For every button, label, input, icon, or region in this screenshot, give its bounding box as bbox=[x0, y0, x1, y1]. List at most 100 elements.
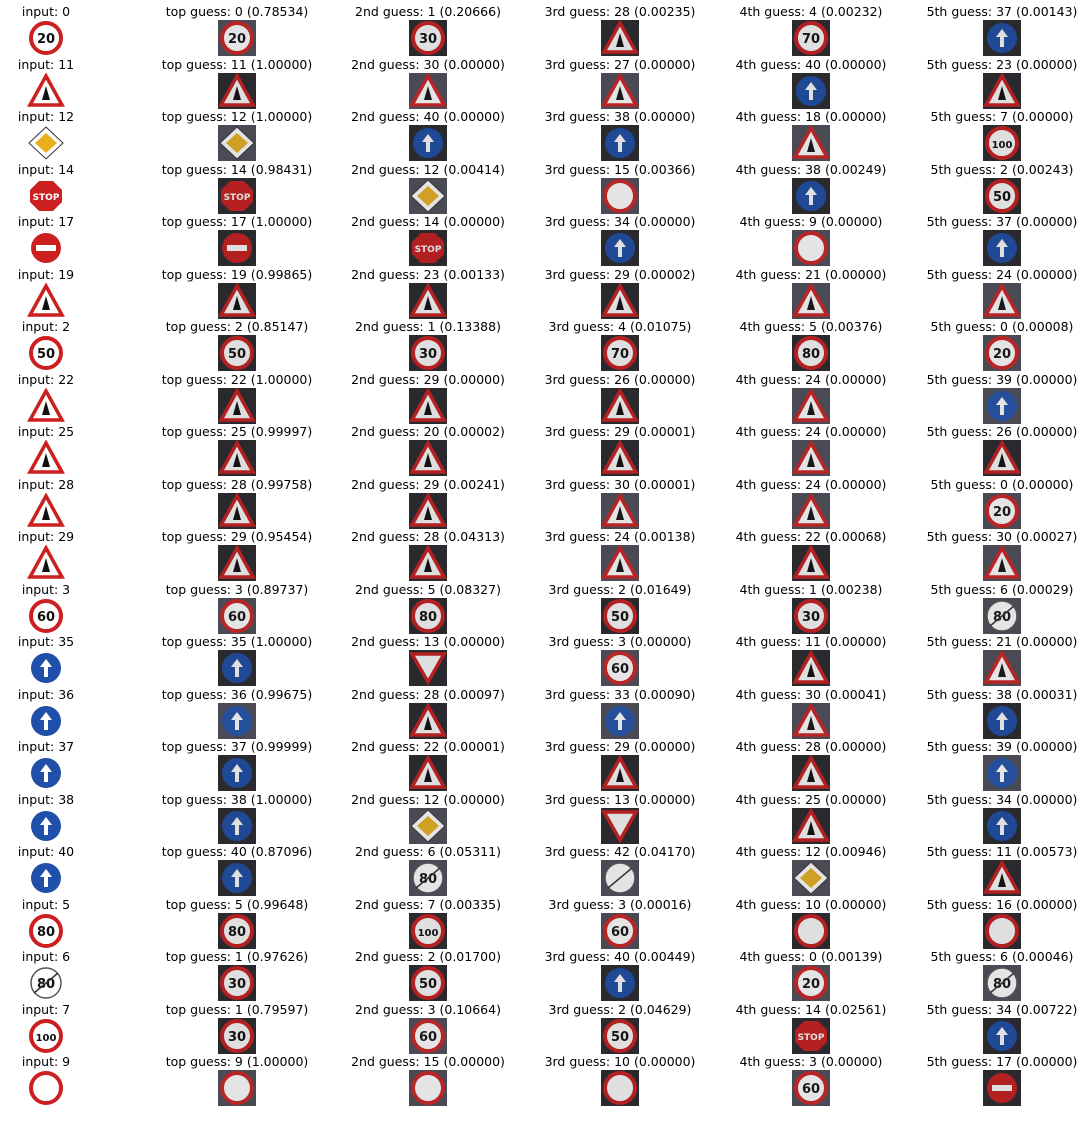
guess-sign-image bbox=[983, 72, 1021, 109]
guess-label: 2nd guess: 3 (0.10664) bbox=[355, 1001, 501, 1017]
guess-label: 3rd guess: 29 (0.00001) bbox=[544, 424, 696, 439]
input-sign-image bbox=[27, 230, 65, 266]
input-label: input: 11 bbox=[17, 56, 75, 72]
guess-sign-image bbox=[983, 1070, 1021, 1106]
guess-label: 5th guess: 34 (0.00722) bbox=[926, 1001, 1078, 1017]
guess-label: top guess: 38 (1.00000) bbox=[161, 791, 313, 807]
guess-sign-image bbox=[983, 860, 1021, 896]
input-label: input: 0 bbox=[21, 4, 71, 19]
guess-cell: 2nd guess: 12 (0.00000) bbox=[338, 788, 518, 844]
input-sign-image: 100 bbox=[27, 1017, 65, 1054]
input-label: input: 36 bbox=[17, 686, 75, 702]
guess-sign-image bbox=[983, 912, 1021, 949]
guess-sign-image: 60 bbox=[409, 1017, 447, 1054]
guess-cell: 5th guess: 21 (0.00000) bbox=[912, 630, 1081, 686]
svg-text:70: 70 bbox=[611, 347, 629, 362]
svg-text:100: 100 bbox=[36, 1033, 57, 1044]
guess-cell: 3rd guess: 15 (0.00366) bbox=[530, 158, 710, 214]
guess-sign-image bbox=[601, 755, 639, 791]
input-cell: input: 9 bbox=[0, 1050, 136, 1106]
guess-cell: top guess: 1 (0.79597) 30 bbox=[147, 998, 327, 1054]
guess-sign-image bbox=[792, 702, 830, 739]
guess-cell: 4th guess: 9 (0.00000) bbox=[721, 210, 901, 266]
guess-sign-image bbox=[983, 230, 1021, 266]
guess-sign-image bbox=[601, 440, 639, 476]
table-row: input: 6 80 top guess: 1 (0.97626) 30 2nd gu… bbox=[0, 945, 1081, 1001]
guess-sign-image: 60 bbox=[792, 1070, 830, 1106]
guess-sign-image bbox=[409, 387, 447, 424]
guess-sign-image: 50 bbox=[601, 1017, 639, 1054]
guess-label: 2nd guess: 13 (0.00000) bbox=[351, 634, 505, 649]
guess-cell: 5th guess: 39 (0.00000) bbox=[912, 735, 1081, 791]
guess-sign-image bbox=[409, 72, 447, 109]
guess-label: top guess: 17 (1.00000) bbox=[161, 214, 313, 229]
svg-text:30: 30 bbox=[419, 347, 437, 362]
guess-sign-image bbox=[218, 125, 256, 161]
guess-cell: 2nd guess: 28 (0.04313) bbox=[338, 525, 518, 581]
guess-cell: top guess: 38 (1.00000) bbox=[147, 788, 327, 844]
svg-text:70: 70 bbox=[802, 32, 820, 47]
guess-sign-image: STOP bbox=[218, 177, 256, 214]
svg-text:20: 20 bbox=[228, 32, 246, 47]
table-row: input: 17 top guess: 17 (1.00000) 2nd gues… bbox=[0, 210, 1081, 266]
guess-sign-image bbox=[983, 755, 1021, 791]
guess-label: top guess: 2 (0.85147) bbox=[165, 319, 309, 334]
guess-label: 4th guess: 24 (0.00000) bbox=[735, 424, 887, 439]
guess-label: 5th guess: 21 (0.00000) bbox=[926, 634, 1078, 649]
guess-sign-image bbox=[409, 755, 447, 791]
input-cell: input: 17 bbox=[0, 210, 136, 266]
input-cell: input: 2 50 bbox=[0, 315, 136, 371]
prediction-grid: input: 0 20 top guess: 0 (0.78534) 20 2nd gu… bbox=[0, 0, 1081, 1134]
input-cell: input: 7 100 bbox=[0, 998, 136, 1054]
guess-cell: top guess: 35 (1.00000) bbox=[147, 630, 327, 686]
guess-sign-image bbox=[409, 440, 447, 476]
guess-label: 3rd guess: 27 (0.00000) bbox=[544, 56, 696, 72]
guess-sign-image: 50 bbox=[983, 177, 1021, 214]
guess-sign-image: 20 bbox=[792, 965, 830, 1001]
guess-cell: top guess: 2 (0.85147) 50 bbox=[147, 315, 327, 371]
table-row: input: 25 top guess: 25 (0.99997) 2nd gues… bbox=[0, 420, 1081, 476]
guess-label: 2nd guess: 30 (0.00000) bbox=[351, 56, 505, 72]
guess-sign-image bbox=[601, 1070, 639, 1106]
input-label: input: 17 bbox=[17, 214, 75, 229]
guess-cell: 2nd guess: 13 (0.00000) bbox=[338, 630, 518, 686]
guess-sign-image bbox=[792, 807, 830, 844]
guess-label: 3rd guess: 2 (0.01649) bbox=[548, 581, 692, 597]
input-label: input: 40 bbox=[17, 844, 75, 859]
guess-label: 4th guess: 28 (0.00000) bbox=[735, 739, 887, 754]
input-sign-image bbox=[27, 282, 65, 319]
guess-cell: top guess: 25 (0.99997) bbox=[147, 420, 327, 476]
input-sign-image bbox=[27, 72, 65, 109]
guess-sign-image bbox=[409, 807, 447, 844]
guess-cell: 4th guess: 30 (0.00041) bbox=[721, 683, 901, 739]
guess-label: 2nd guess: 2 (0.01700) bbox=[355, 949, 501, 964]
guess-cell: top guess: 28 (0.99758) bbox=[147, 473, 327, 529]
svg-text:20: 20 bbox=[993, 505, 1011, 520]
guess-cell: 3rd guess: 42 (0.04170) bbox=[530, 840, 710, 896]
table-row: input: 3 60 top guess: 3 (0.89737) 60 2nd gu… bbox=[0, 578, 1081, 634]
guess-cell: 3rd guess: 10 (0.00000) bbox=[530, 1050, 710, 1106]
input-sign-image bbox=[27, 650, 65, 686]
guess-label: 4th guess: 40 (0.00000) bbox=[735, 56, 887, 72]
guess-cell: 5th guess: 11 (0.00573) bbox=[912, 840, 1081, 896]
guess-sign-image bbox=[601, 807, 639, 844]
guess-label: 2nd guess: 23 (0.00133) bbox=[351, 266, 505, 282]
guess-label: 4th guess: 30 (0.00041) bbox=[735, 686, 887, 702]
guess-sign-image bbox=[983, 1017, 1021, 1054]
svg-text:30: 30 bbox=[802, 610, 820, 625]
guess-label: 2nd guess: 5 (0.08327) bbox=[355, 581, 501, 597]
input-sign-image bbox=[27, 807, 65, 844]
guess-cell: 4th guess: 24 (0.00000) bbox=[721, 368, 901, 424]
svg-text:20: 20 bbox=[802, 977, 820, 992]
guess-label: 3rd guess: 30 (0.00001) bbox=[544, 476, 696, 492]
guess-sign-image: STOP bbox=[409, 230, 447, 266]
guess-label: 3rd guess: 42 (0.04170) bbox=[544, 844, 696, 859]
input-sign-image: 80 bbox=[27, 912, 65, 949]
guess-cell: 3rd guess: 28 (0.00235) bbox=[530, 0, 710, 56]
guess-sign-image bbox=[218, 440, 256, 476]
guess-sign-image bbox=[792, 650, 830, 686]
input-sign-image: 20 bbox=[27, 20, 65, 56]
guess-label: top guess: 1 (0.97626) bbox=[165, 949, 309, 964]
guess-sign-image bbox=[601, 282, 639, 319]
svg-text:100: 100 bbox=[418, 928, 439, 939]
